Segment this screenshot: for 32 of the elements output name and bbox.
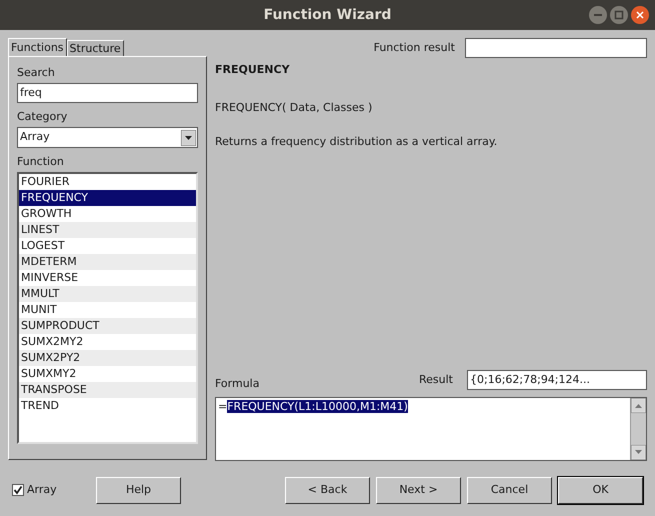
dialog-button[interactable]: < Back (285, 476, 370, 504)
function-list-item[interactable]: FREQUENCY (19, 190, 196, 206)
function-syntax: FREQUENCY( Data, Classes ) (215, 100, 374, 116)
dropdown-arrow-icon[interactable] (181, 130, 196, 146)
result-field: {0;16;62;78;94;124... (467, 370, 647, 390)
function-result-label: Function result (374, 40, 455, 56)
dialog-button[interactable]: Cancel (467, 476, 552, 504)
function-list-item[interactable]: SUMPRODUCT (19, 318, 196, 334)
function-list-item[interactable]: MMULT (19, 286, 196, 302)
check-icon (13, 485, 23, 495)
function-list-item[interactable]: LINEST (19, 222, 196, 238)
minimize-icon[interactable] (589, 6, 607, 24)
result-label: Result (419, 372, 453, 388)
dialog-button[interactable]: OK (558, 476, 643, 504)
dialog-button[interactable]: Help (96, 476, 181, 504)
function-name: FREQUENCY (215, 62, 291, 78)
tab[interactable]: Functions (8, 38, 67, 56)
category-dropdown[interactable]: Array (17, 127, 198, 148)
search-label: Search (17, 65, 56, 81)
function-description: Returns a frequency distribution as a vertical array. (215, 134, 498, 150)
search-field[interactable]: freq (17, 83, 198, 103)
close-icon[interactable] (631, 6, 649, 24)
array-checkbox[interactable]: Array (12, 482, 96, 498)
dialog-button[interactable]: Next > (376, 476, 461, 504)
formula-label: Formula (215, 376, 260, 392)
category-label: Category (17, 109, 68, 125)
function-list-item[interactable]: TRANSPOSE (19, 382, 196, 398)
function-list-item[interactable]: SUMX2PY2 (19, 350, 196, 366)
function-label: Function (17, 154, 65, 170)
window-title: Function Wizard (264, 6, 392, 24)
function-list-item[interactable]: MDETERM (19, 254, 196, 270)
tab[interactable]: Structure (66, 40, 124, 56)
